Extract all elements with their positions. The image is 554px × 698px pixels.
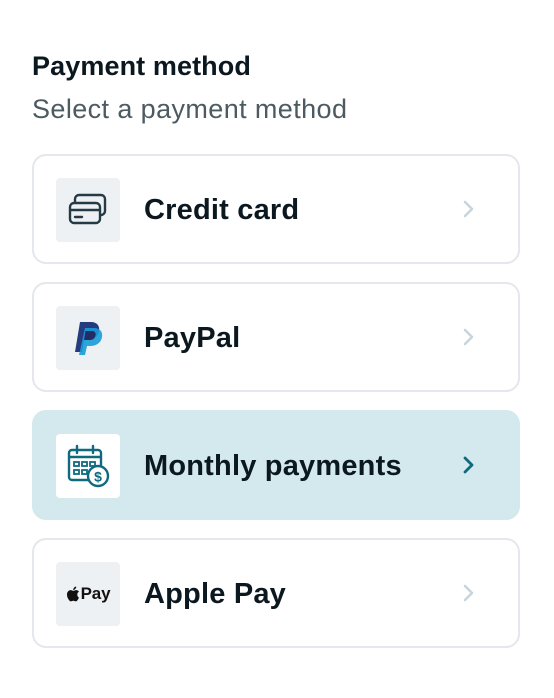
payment-option-paypal[interactable]: PayPal: [32, 282, 520, 392]
chevron-right-icon: [458, 583, 478, 603]
payment-option-monthly-payments[interactable]: $ Monthly payments: [32, 410, 520, 520]
apple-pay-icon-text: Pay: [80, 584, 111, 603]
chevron-right-icon: [458, 455, 478, 475]
payment-option-label: Apple Pay: [144, 578, 287, 610]
page-title: Payment method: [32, 51, 251, 81]
paypal-icon: [56, 306, 120, 370]
payment-method-panel: Payment method Select a payment method C…: [0, 0, 554, 698]
calendar-dollar-icon: $: [56, 434, 120, 498]
payment-option-label: Credit card: [144, 194, 300, 226]
chevron-right-icon: [458, 327, 478, 347]
svg-text:$: $: [94, 469, 102, 485]
apple-pay-icon: Pay: [56, 562, 120, 626]
payment-option-apple-pay[interactable]: Pay Apple Pay: [32, 538, 520, 648]
credit-card-icon: [56, 178, 120, 242]
chevron-right-icon: [458, 199, 478, 219]
payment-option-credit-card[interactable]: Credit card: [32, 154, 520, 264]
payment-option-label: PayPal: [144, 322, 241, 354]
payment-option-label: Monthly payments: [144, 450, 402, 482]
page-subtitle: Select a payment method: [32, 94, 348, 124]
